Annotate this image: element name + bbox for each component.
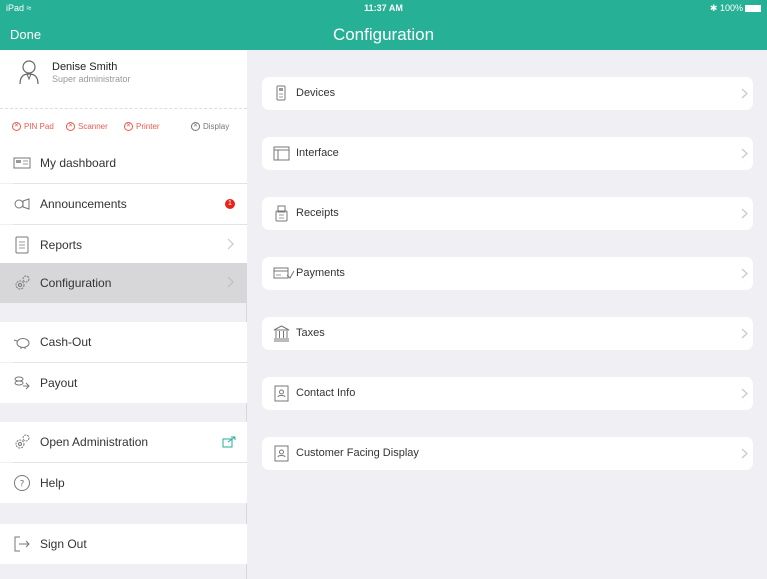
config-item-contact-info[interactable]: Contact Info xyxy=(262,377,753,410)
sidebar-item-label: Cash-Out xyxy=(40,335,92,349)
sidebar-item-cashout[interactable]: Cash-Out xyxy=(0,322,247,362)
config-item-receipts[interactable]: Receipts xyxy=(262,197,753,230)
chevron-right-icon xyxy=(227,276,234,288)
help-icon: ? xyxy=(14,475,30,491)
chevron-right-icon xyxy=(741,328,748,339)
user-avatar-icon xyxy=(19,60,39,85)
chevron-right-icon xyxy=(741,208,748,219)
navigation-bar: iPad ≈ 11:37 AM ✱ 100% Done Configuratio… xyxy=(0,0,767,50)
sidebar-item-configuration[interactable]: Configuration xyxy=(0,263,247,303)
error-icon: ✕ xyxy=(124,122,133,131)
receipt-icon xyxy=(275,205,288,222)
sidebar-item-payout[interactable]: Payout xyxy=(0,363,247,403)
report-icon xyxy=(15,236,29,254)
display-status[interactable]: ✕ Display xyxy=(191,122,229,131)
chevron-right-icon xyxy=(741,88,748,99)
user-profile[interactable]: Denise Smith Super administrator xyxy=(0,50,247,108)
disconnected-icon: ✕ xyxy=(191,122,200,131)
sidebar-item-label: Announcements xyxy=(40,197,127,211)
printer-status[interactable]: ✕ Printer xyxy=(124,122,160,131)
contact-icon xyxy=(274,385,289,402)
chevron-right-icon xyxy=(227,238,234,250)
device-icon xyxy=(276,85,286,101)
page-title: Configuration xyxy=(332,25,435,44)
sidebar-item-dashboard[interactable]: My dashboard xyxy=(0,143,247,183)
display-icon xyxy=(274,445,289,462)
external-link-icon xyxy=(222,436,236,448)
sidebar-item-label: Help xyxy=(40,476,65,490)
config-item-label: Interface xyxy=(296,147,339,159)
clock: 11:37 AM xyxy=(364,3,403,13)
status-bar: iPad ≈ 11:37 AM ✱ 100% xyxy=(0,0,767,16)
interface-icon xyxy=(273,146,290,161)
taxes-icon xyxy=(273,325,290,342)
config-item-label: Customer Facing Display xyxy=(296,447,419,459)
config-item-interface[interactable]: Interface xyxy=(262,137,753,170)
config-item-label: Contact Info xyxy=(296,387,356,399)
config-item-devices[interactable]: Devices xyxy=(262,77,753,110)
config-item-label: Receipts xyxy=(296,207,339,219)
sidebar-item-label: Payout xyxy=(40,376,78,390)
piggy-bank-icon xyxy=(13,338,30,349)
svg-text:?: ? xyxy=(20,480,25,490)
error-icon: ✕ xyxy=(12,122,21,131)
config-item-payments[interactable]: Payments xyxy=(262,257,753,290)
gear-icon xyxy=(15,434,30,449)
chevron-right-icon xyxy=(741,268,748,279)
config-item-taxes[interactable]: Taxes xyxy=(262,317,753,350)
configuration-list: Devices Interface Receipts Payments Taxe… xyxy=(248,50,767,579)
error-icon: ✕ xyxy=(66,122,75,131)
sidebar-item-label: Reports xyxy=(40,238,83,252)
chevron-right-icon xyxy=(741,448,748,459)
sidebar: Denise Smith Super administrator ✕ PIN Pa… xyxy=(0,50,247,579)
device-status-bar: ✕ PIN Pad ✕ Scanner ✕ Printer ✕ Display xyxy=(0,108,247,143)
sidebar-item-open-administration[interactable]: Open Administration xyxy=(0,422,247,462)
config-item-label: Taxes xyxy=(296,327,325,339)
config-item-customer-facing-display[interactable]: Customer Facing Display xyxy=(262,437,753,470)
scanner-status[interactable]: ✕ Scanner xyxy=(66,122,108,131)
sidebar-item-reports[interactable]: Reports xyxy=(0,225,247,265)
sidebar-item-sign-out[interactable]: Sign Out xyxy=(0,524,247,564)
chevron-right-icon xyxy=(741,148,748,159)
user-role: Super administrator xyxy=(52,74,131,84)
sidebar-item-label: My dashboard xyxy=(40,156,117,170)
chevron-right-icon xyxy=(741,388,748,399)
sidebar-item-label: Configuration xyxy=(40,276,112,290)
config-item-label: Devices xyxy=(296,87,336,99)
notification-badge: 1 xyxy=(225,199,235,209)
sign-out-icon xyxy=(14,536,30,552)
sidebar-item-label: Open Administration xyxy=(40,435,149,449)
sidebar-item-announcements[interactable]: Announcements 1 xyxy=(0,184,247,224)
announcement-icon xyxy=(14,198,30,210)
config-item-label: Payments xyxy=(296,267,345,279)
bluetooth-icon: ✱ xyxy=(709,3,718,13)
payment-icon xyxy=(273,267,295,279)
user-name: Denise Smith xyxy=(52,61,118,73)
sidebar-item-help[interactable]: ? Help xyxy=(0,463,247,503)
gear-icon xyxy=(15,275,30,290)
pinpad-status[interactable]: ✕ PIN Pad xyxy=(12,122,54,131)
sidebar-item-label: Sign Out xyxy=(40,537,87,551)
payout-icon xyxy=(14,376,30,390)
dashboard-icon xyxy=(13,157,31,169)
battery-icon xyxy=(745,5,761,13)
battery-indicator: ✱ 100% xyxy=(710,3,761,14)
